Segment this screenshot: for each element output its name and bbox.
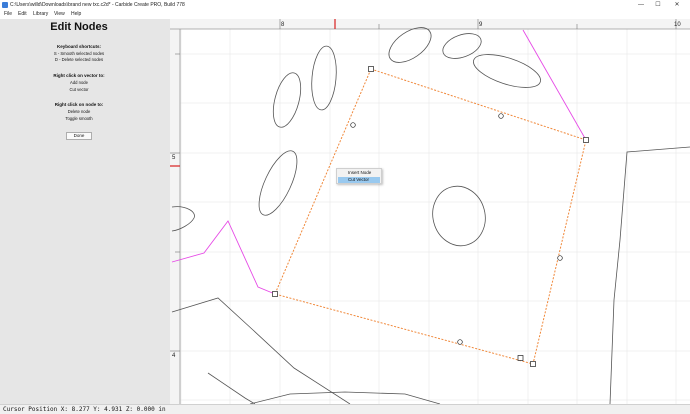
vector-shapes[interactable] — [171, 21, 690, 404]
shortcut-delete: D - Delete selected nodes — [54, 57, 104, 62]
vector-action-cut: Cut vector — [69, 87, 89, 92]
vector-oval — [473, 54, 541, 88]
context-menu-cut-vector[interactable]: Cut Vector — [338, 177, 380, 183]
menu-file[interactable]: File — [4, 10, 12, 19]
done-button[interactable]: Done — [66, 132, 92, 140]
shortcuts-heading: Keyboard shortcuts: — [56, 44, 101, 49]
smooth-node — [498, 113, 504, 119]
vector-oval — [311, 45, 337, 111]
menu-edit[interactable]: Edit — [18, 10, 27, 19]
node-action-toggle-smooth: Toggle smooth — [65, 116, 93, 121]
context-menu-insert-node[interactable]: Insert Node — [338, 170, 380, 176]
vector-action-add-node: Add node — [70, 80, 88, 85]
shortcut-smooth: S - Smooth selected nodes — [53, 51, 105, 56]
selected-vector-path[interactable] — [274, 68, 587, 365]
left-ruler — [170, 29, 180, 404]
edit-nodes-panel: Edit Nodes Keyboard shortcuts: S - Smoot… — [0, 19, 170, 404]
corner-node — [368, 66, 374, 72]
smooth-node — [557, 255, 563, 261]
vector-oval — [432, 185, 486, 247]
menu-help[interactable]: Help — [71, 10, 81, 19]
panel-title: Edit Nodes — [50, 21, 108, 33]
corner-node — [272, 291, 278, 297]
vector-line — [207, 372, 256, 404]
ruler-label-x: 10 — [674, 22, 681, 28]
corner-node — [583, 137, 589, 143]
vector-nodes[interactable] — [272, 66, 589, 367]
canvas-drawing[interactable]: 8 9 10 5 4 — [170, 19, 690, 404]
close-icon[interactable]: ✕ — [670, 0, 684, 10]
menu-library[interactable]: Library — [33, 10, 48, 19]
corner-node — [530, 361, 536, 367]
title-bar: C:\Users\willd\Downloads\brand new txc.c… — [0, 0, 690, 10]
vector-line — [609, 146, 690, 404]
minimize-icon[interactable]: — — [634, 0, 648, 10]
smooth-node — [457, 339, 463, 345]
vector-heading: Right click on vector to: — [53, 73, 105, 78]
window-title: C:\Users\willd\Downloads\brand new txc.c… — [10, 2, 185, 8]
vector-oval — [272, 72, 302, 128]
app-icon — [2, 2, 8, 8]
status-bar: Cursor Position X: 8.277 Y: 4.931 Z: 0.0… — [0, 404, 690, 414]
menu-bar: File Edit Library View Help — [0, 10, 690, 19]
node-heading: Right click on node to: — [54, 102, 104, 107]
vector-line — [249, 391, 441, 404]
corner-node — [517, 355, 524, 361]
menu-view[interactable]: View — [54, 10, 65, 19]
smooth-node — [350, 122, 356, 128]
design-canvas[interactable]: 8 9 10 5 4 — [170, 19, 690, 404]
node-action-delete: Delete node — [67, 109, 91, 114]
context-menu: Insert Node Cut Vector — [336, 168, 382, 184]
vector-oval — [258, 150, 298, 216]
maximize-icon[interactable]: ☐ — [651, 0, 665, 10]
top-ruler — [170, 19, 690, 29]
